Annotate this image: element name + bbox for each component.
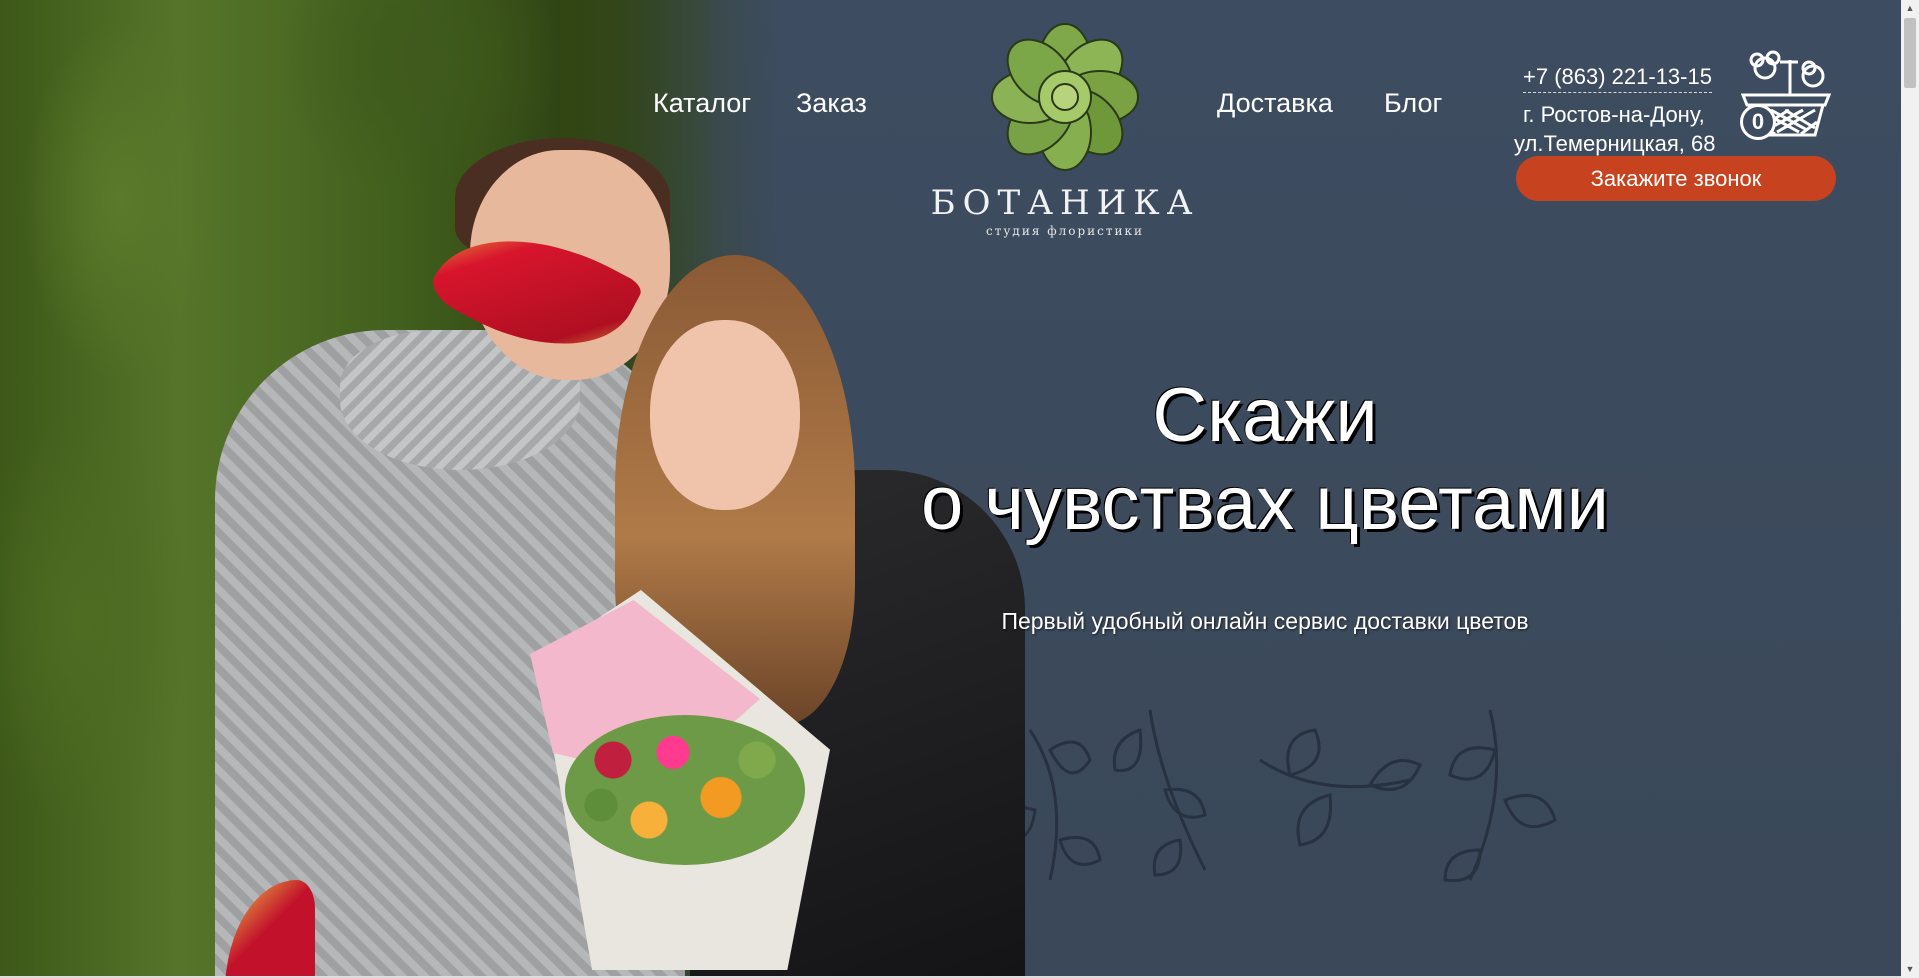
woman-face	[650, 320, 800, 510]
hero-title-line2: о чувствах цветами	[921, 461, 1609, 546]
order-callback-button[interactable]: Закажите звонок	[1516, 156, 1836, 201]
logo-subtitle: студия флористики	[986, 224, 1144, 238]
succulent-logo-icon[interactable]	[985, 22, 1145, 172]
scroll-up-arrow-icon[interactable]: ▲	[1901, 0, 1919, 17]
bouquet-flowers	[565, 715, 805, 865]
hero-title: Скажи о чувствах цветами	[880, 372, 1650, 548]
nav-catalog-link[interactable]: Каталог	[653, 88, 751, 119]
vertical-scrollbar[interactable]	[1901, 0, 1919, 978]
phone-link[interactable]: +7 (863) 221-13-15	[1523, 64, 1712, 93]
nav-delivery-link[interactable]: Доставка	[1217, 88, 1333, 119]
hero-section: Каталог Заказ Доставка Блог БОТАНИКА сту…	[0, 0, 1901, 976]
address-city: г. Ростов-на-Дону,	[1523, 102, 1705, 127]
scroll-down-arrow-icon[interactable]: ▼	[1901, 961, 1919, 978]
scrollbar-thumb[interactable]	[1904, 18, 1916, 88]
hero-subtitle: Первый удобный онлайн сервис доставки цв…	[1001, 608, 1529, 634]
cart-count-badge[interactable]: 0	[1740, 104, 1776, 140]
logo-title[interactable]: БОТАНИКА	[925, 183, 1205, 223]
nav-blog-link[interactable]: Блог	[1384, 88, 1442, 119]
hero-title-line1: Скажи	[1152, 373, 1378, 458]
nav-order-link[interactable]: Заказ	[796, 88, 867, 119]
botanical-sketch-decoration	[998, 709, 1557, 883]
address-street: ул.Темерницкая, 68	[1514, 131, 1716, 156]
